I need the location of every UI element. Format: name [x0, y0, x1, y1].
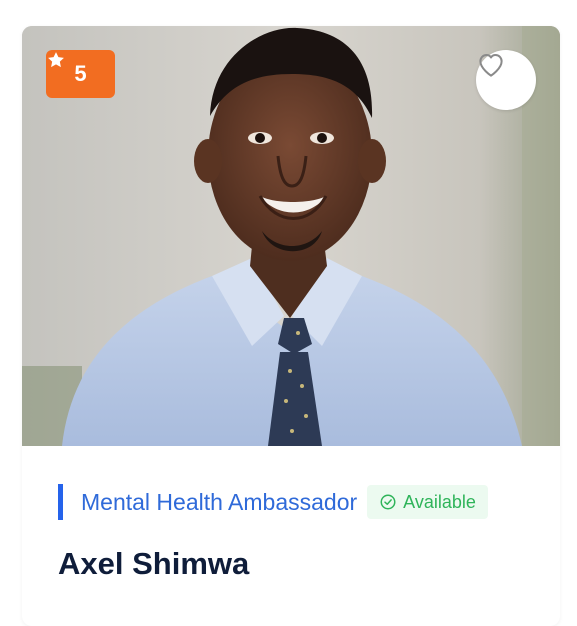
rating-value: 5	[74, 61, 87, 86]
star-icon	[48, 52, 64, 68]
check-circle-icon	[380, 494, 396, 510]
person-name[interactable]: Axel Shimwa	[58, 546, 249, 582]
role-row: Mental Health Ambassador Available	[58, 484, 488, 520]
status-label: Available	[403, 491, 476, 512]
profile-photo: 5	[22, 26, 560, 446]
rating-badge: 5	[46, 50, 115, 98]
favorite-button[interactable]	[476, 50, 536, 110]
status-badge: Available	[367, 485, 488, 519]
heart-outline-icon	[479, 54, 503, 77]
role-label: Mental Health Ambassador	[81, 488, 358, 515]
role-accent-bar	[58, 484, 63, 520]
ambassador-card[interactable]: 5 Mental Health Ambassador Available Axe…	[22, 26, 560, 626]
